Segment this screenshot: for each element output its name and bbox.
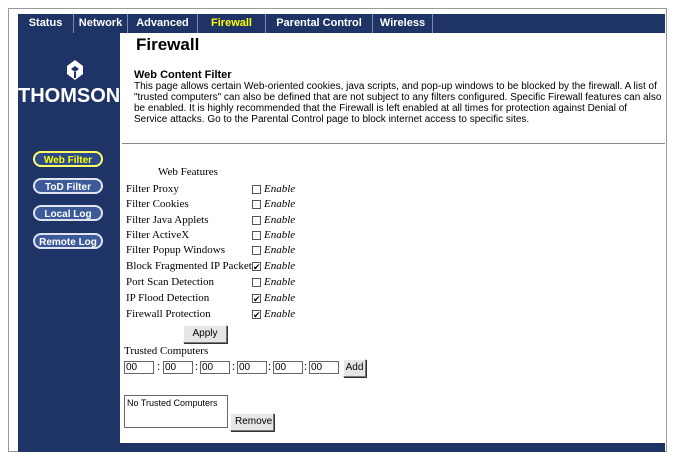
tab-parental-control[interactable]: Parental Control	[266, 14, 373, 33]
feature-label: Filter Popup Windows	[126, 244, 225, 256]
feature-row: Port Scan Detection Enable	[126, 276, 426, 290]
enable-checkbox[interactable]	[252, 216, 261, 225]
feature-row: Filter Cookies Enable	[126, 198, 426, 212]
enable-label: Enable	[264, 214, 296, 226]
web-features-header: Web Features	[158, 166, 218, 178]
enable-label: Enable	[264, 308, 296, 320]
divider	[122, 143, 665, 144]
enable-checkbox[interactable]	[252, 185, 261, 194]
feature-label: Filter Cookies	[126, 198, 189, 210]
mac-field-3[interactable]	[200, 361, 230, 374]
feature-row: Filter ActiveX Enable	[126, 229, 426, 243]
enable-checkbox[interactable]	[252, 278, 261, 287]
section-title: Web Content Filter	[134, 69, 232, 81]
mac-field-2[interactable]	[163, 361, 193, 374]
enable-checkbox[interactable]: ✔	[252, 262, 261, 272]
mac-field-4[interactable]	[237, 361, 267, 374]
thomson-logo-icon	[63, 58, 87, 82]
sidebar-item-tod-filter[interactable]: ToD Filter	[33, 178, 103, 194]
tab-network[interactable]: Network	[74, 14, 128, 33]
feature-label: Firewall Protection	[126, 308, 211, 320]
colon-separator: :	[268, 361, 272, 373]
tab-firewall[interactable]: Firewall	[198, 14, 266, 33]
tab-wireless[interactable]: Wireless	[373, 14, 433, 33]
sidebar: THOMSON Web Filter ToD Filter Local Log …	[18, 33, 120, 443]
tab-advanced[interactable]: Advanced	[128, 14, 198, 33]
feature-label: Filter ActiveX	[126, 229, 190, 241]
enable-checkbox[interactable]	[252, 246, 261, 255]
colon-separator: :	[195, 361, 199, 373]
enable-checkbox[interactable]: ✔	[252, 294, 261, 304]
add-button[interactable]: Add	[343, 359, 366, 377]
feature-label: Filter Proxy	[126, 183, 179, 195]
mac-field-5[interactable]	[273, 361, 303, 374]
feature-label: Port Scan Detection	[126, 276, 214, 288]
trusted-computers-list[interactable]: No Trusted Computers	[124, 395, 228, 428]
mac-field-1[interactable]	[124, 361, 154, 374]
enable-label: Enable	[264, 198, 296, 210]
colon-separator: :	[232, 361, 236, 373]
enable-label: Enable	[264, 276, 296, 288]
enable-label: Enable	[264, 183, 296, 195]
feature-label: Block Fragmented IP Packets	[126, 260, 257, 272]
feature-label: IP Flood Detection	[126, 292, 210, 304]
trusted-computers-label: Trusted Computers	[124, 345, 209, 357]
enable-checkbox[interactable]	[252, 200, 261, 209]
feature-row: Filter Popup Windows Enable	[126, 244, 426, 258]
enable-label: Enable	[264, 244, 296, 256]
colon-separator: :	[157, 361, 161, 373]
page-title: Firewall	[136, 35, 200, 54]
enable-label: Enable	[264, 292, 296, 304]
feature-row: Filter Proxy Enable	[126, 183, 426, 197]
tab-status[interactable]: Status	[18, 14, 74, 33]
remove-button[interactable]: Remove	[230, 413, 274, 431]
feature-row: IP Flood Detection ✔ Enable	[126, 292, 426, 306]
enable-checkbox[interactable]	[252, 231, 261, 240]
logo: THOMSON	[18, 85, 121, 107]
apply-button[interactable]: Apply	[183, 325, 227, 343]
feature-row: Firewall Protection ✔ Enable	[126, 308, 426, 322]
bottom-bar	[18, 443, 665, 452]
sidebar-item-remote-log[interactable]: Remote Log	[33, 233, 103, 249]
enable-label: Enable	[264, 260, 296, 272]
list-empty-text: No Trusted Computers	[127, 398, 218, 408]
feature-row: Block Fragmented IP Packets ✔ Enable	[126, 260, 426, 274]
feature-row: Filter Java Applets Enable	[126, 214, 426, 228]
mac-field-6[interactable]	[309, 361, 339, 374]
sidebar-item-local-log[interactable]: Local Log	[33, 205, 103, 221]
page-description: This page allows certain Web-oriented co…	[134, 81, 662, 125]
top-nav: Status Network Advanced Firewall Parenta…	[18, 14, 665, 33]
sidebar-item-web-filter[interactable]: Web Filter	[33, 151, 103, 167]
feature-label: Filter Java Applets	[126, 214, 209, 226]
colon-separator: :	[304, 361, 308, 373]
enable-label: Enable	[264, 229, 296, 241]
enable-checkbox[interactable]: ✔	[252, 310, 261, 320]
